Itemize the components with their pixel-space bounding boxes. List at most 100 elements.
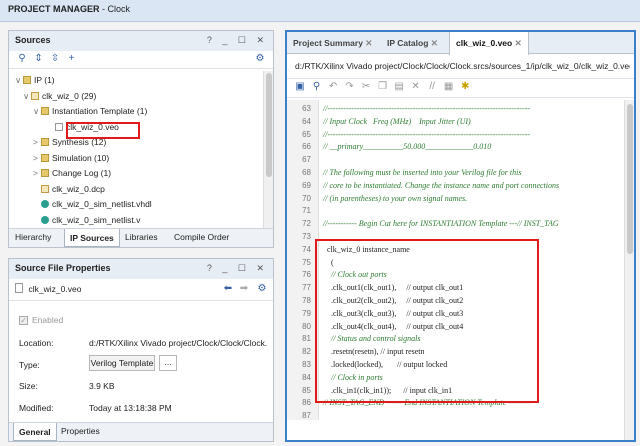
line-number: 71 [302, 206, 311, 216]
line-number: 84 [302, 372, 311, 382]
tab-properties[interactable]: Properties [61, 426, 100, 436]
add-sources-icon[interactable]: + [65, 53, 79, 64]
file-icon [55, 122, 63, 131]
tab-compile-order[interactable]: Compile Order [174, 232, 229, 242]
tab-ip-catalog[interactable]: IP Catalog ✕ [381, 32, 444, 54]
size-value: 3.9 KB [89, 381, 115, 391]
location-value: d:/RTK/Xilinx Vivado project/Clock/Clock… [89, 338, 267, 348]
lightbulb-icon[interactable]: ✱ [458, 81, 472, 92]
undo-icon[interactable]: ↶ [326, 81, 340, 92]
search-icon[interactable]: ⚲ [15, 53, 29, 64]
back-arrow-icon[interactable]: ⬅ [221, 283, 235, 294]
sources-toolbar: ⚲ ⇕ ⇳ + ⚙ [9, 51, 273, 69]
tree-item-label: clk_wiz_0_sim_netlist.v [52, 214, 141, 225]
line-number: 81 [302, 334, 311, 344]
tree-item[interactable]: clk_wiz_0.dcp [33, 184, 105, 197]
tab-clk-wiz-veo[interactable]: clk_wiz_0.veo ✕ [449, 32, 529, 55]
instantiation-template-highlight [315, 239, 539, 403]
paste-icon[interactable]: ▤ [392, 81, 406, 92]
tree-item[interactable]: > Change Log (1) [33, 168, 111, 181]
location-label: Location: [19, 338, 54, 348]
editor-scroll-thumb[interactable] [627, 104, 633, 254]
search-icon[interactable]: ⚲ [310, 81, 324, 92]
tab-ip-sources[interactable]: IP Sources [64, 229, 120, 247]
sources-panel: Sources ? _ ☐ ✕ ⚲ ⇕ ⇳ + ⚙ ∨ IP (1) ∨ clk_wi… [8, 30, 274, 248]
copy-icon[interactable]: ❐ [376, 81, 390, 92]
tree-item[interactable]: clk_wiz_0_sim_netlist.vhdl [33, 199, 152, 212]
comment-icon[interactable]: // [425, 81, 439, 92]
expand-arrow-icon[interactable]: ∨ [23, 91, 31, 102]
line-number: 74 [302, 244, 311, 254]
properties-view-tabs: General Properties [9, 422, 273, 441]
expand-arrow-icon[interactable]: > [33, 153, 41, 163]
code-line: 65 //------------------------------------… [287, 130, 624, 142]
line-number: 65 [302, 129, 311, 139]
tree-item[interactable]: > Simulation (10) [33, 153, 109, 166]
tree-item[interactable]: ∨ Instantiation Template (1) [33, 106, 147, 119]
expand-all-icon[interactable]: ⇳ [48, 53, 62, 64]
folder-icon [41, 107, 49, 115]
close-icon[interactable]: ✕ [365, 38, 372, 48]
tree-item[interactable]: ∨ IP (1) [15, 75, 55, 88]
cut-icon[interactable]: ✂ [359, 81, 373, 92]
folder-icon [23, 76, 31, 84]
expand-arrow-icon[interactable]: > [33, 168, 41, 178]
collapse-all-icon[interactable]: ⇕ [32, 53, 46, 64]
type-more-button[interactable]: ... [159, 355, 177, 371]
tree-item-label: clk_wiz_0 (29) [42, 90, 97, 101]
line-number: 83 [302, 360, 311, 369]
line-number: 67 [302, 155, 311, 165]
settings-gear-icon[interactable]: ⚙ [253, 53, 267, 64]
sources-scrollbar[interactable] [263, 71, 273, 228]
expand-arrow-icon[interactable]: ∨ [33, 106, 41, 117]
line-number: 68 [302, 168, 311, 177]
ip-core-icon [31, 91, 39, 100]
save-icon[interactable]: ▣ [293, 81, 307, 92]
redo-icon[interactable]: ↷ [343, 81, 357, 92]
code-text: // Input Clock Freq (MHz) Input Jitter (… [323, 116, 471, 126]
tab-project-summary[interactable]: Project Summary ✕ [287, 32, 378, 54]
project-manager-title-bar: PROJECT MANAGER - Clock [0, 0, 640, 22]
tab-hierarchy[interactable]: Hierarchy [15, 232, 51, 242]
expand-arrow-icon[interactable]: ∨ [15, 75, 23, 86]
forward-arrow-icon[interactable]: ➡ [237, 283, 251, 294]
line-number: 64 [302, 116, 311, 126]
line-number: 75 [302, 257, 311, 267]
expand-arrow-icon[interactable]: > [33, 137, 41, 147]
code-text: // (in parentheses) to your own signal n… [323, 193, 468, 203]
tab-libraries[interactable]: Libraries [125, 232, 158, 242]
sources-header: Sources ? _ ☐ ✕ [9, 31, 273, 51]
close-icon[interactable]: ✕ [431, 38, 438, 48]
line-number: 85 [302, 385, 311, 395]
settings-gear-icon[interactable]: ⚙ [255, 283, 269, 294]
line-number: 72 [302, 219, 311, 229]
source-file-properties-panel: Source File Properties ? _ ☐ ✕ clk_wiz_0… [8, 258, 274, 442]
line-number: 82 [302, 347, 311, 357]
editor-scrollbar[interactable] [624, 100, 634, 440]
file-path: d:/RTK/Xilinx Vivado project/Clock/Clock… [295, 61, 630, 71]
file-icon [15, 283, 23, 293]
type-label: Type: [19, 360, 40, 370]
close-icon[interactable]: ✕ [515, 38, 522, 48]
folder-icon [41, 138, 49, 146]
sources-scroll-thumb[interactable] [266, 73, 272, 177]
properties-header: Source File Properties ? _ ☐ ✕ [9, 259, 273, 279]
tab-general[interactable]: General [13, 423, 57, 441]
code-line: 66 // __primary__________50.000__________… [287, 142, 624, 154]
line-number: 69 [302, 180, 311, 190]
tree-item[interactable]: ∨ clk_wiz_0 (29) [23, 91, 96, 104]
folder-icon [41, 169, 49, 177]
delete-icon[interactable]: ✕ [409, 81, 423, 92]
sources-window-controls[interactable]: ? _ ☐ ✕ [207, 35, 268, 46]
checkbox-icon[interactable]: ✓ [19, 316, 28, 325]
editor-toolbar: ▣ ⚲ ↶ ↷ ✂ ❐ ▤ ✕ // ▦ ✱ [287, 78, 634, 98]
enabled-checkbox-row[interactable]: ✓ Enabled [19, 315, 63, 325]
properties-window-controls[interactable]: ? _ ☐ ✕ [207, 263, 268, 274]
code-text: //--------------------------------------… [323, 104, 530, 113]
properties-toolbar: clk_wiz_0.veo ⬅ ➡ ⚙ [9, 279, 273, 301]
tree-item-label: clk_wiz_0_sim_netlist.vhdl [52, 199, 152, 209]
outline-icon[interactable]: ▦ [442, 81, 456, 92]
enabled-label: Enabled [32, 315, 64, 325]
tree-item[interactable]: clk_wiz_0_sim_netlist.v [33, 215, 140, 228]
sources-tree: ∨ IP (1) ∨ clk_wiz_0 (29) ∨ Instantiation Tem… [9, 71, 263, 228]
